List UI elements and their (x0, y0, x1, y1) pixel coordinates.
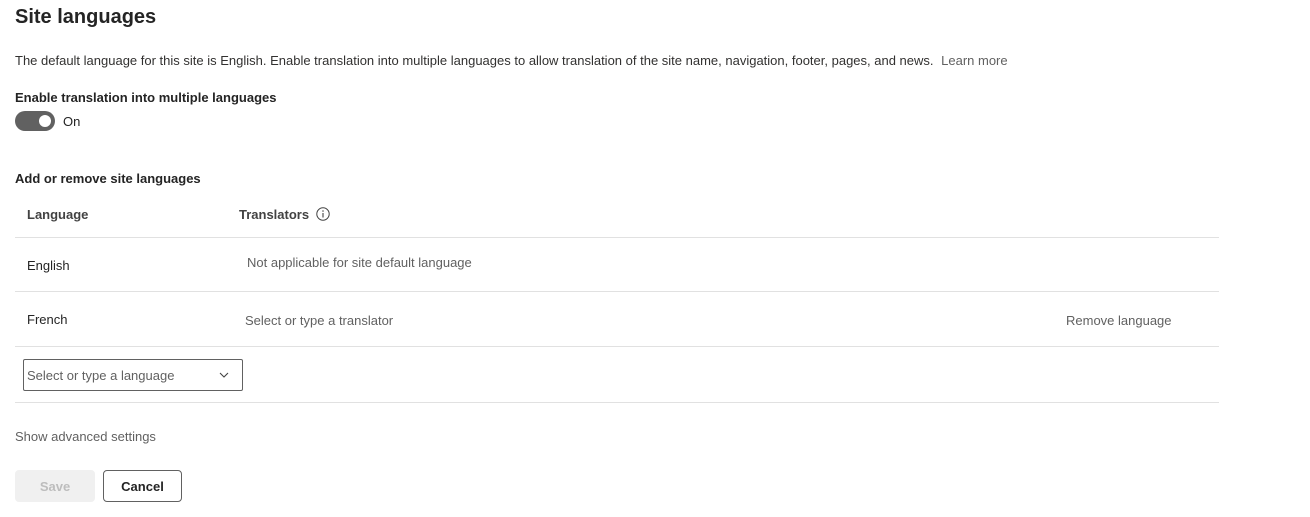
row-divider (15, 237, 1219, 238)
row-translators-note: Not applicable for site default language (247, 255, 472, 270)
learn-more-link[interactable]: Learn more (941, 53, 1007, 68)
column-header-translators: Translators (239, 207, 310, 222)
info-icon[interactable] (316, 207, 330, 221)
translation-toggle-label: Enable translation into multiple languag… (15, 90, 277, 105)
add-language-placeholder: Select or type a language (27, 368, 175, 383)
page-title: Site languages (15, 6, 157, 28)
chevron-down-icon (219, 372, 229, 378)
show-advanced-settings-link[interactable]: Show advanced settings (15, 429, 156, 444)
translation-toggle[interactable] (15, 111, 55, 131)
translator-picker-input[interactable]: Select or type a translator (245, 313, 393, 328)
column-header-language: Language (27, 207, 89, 222)
row-divider (15, 346, 1219, 347)
row-language-english: English (27, 258, 70, 273)
save-button[interactable]: Save (15, 470, 95, 502)
row-divider (15, 291, 1219, 292)
add-language-combobox[interactable]: Select or type a language (23, 359, 243, 391)
toggle-knob (39, 115, 51, 127)
cancel-button[interactable]: Cancel (103, 470, 182, 502)
row-divider (15, 402, 1219, 403)
remove-language-button[interactable]: Remove language (1066, 313, 1172, 328)
row-language-french: French (27, 312, 68, 327)
description-text: The default language for this site is En… (15, 53, 934, 68)
languages-section-title: Add or remove site languages (15, 171, 201, 186)
toggle-state-label: On (63, 114, 81, 129)
page-description: The default language for this site is En… (15, 53, 1008, 68)
